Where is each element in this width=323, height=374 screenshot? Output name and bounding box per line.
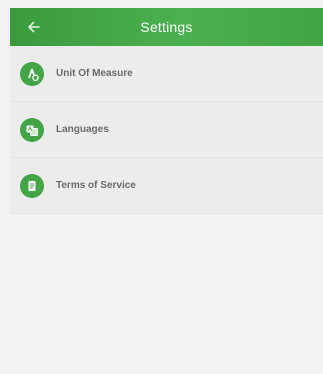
settings-item-label: Terms of Service (56, 180, 136, 191)
document-icon (20, 173, 44, 198)
ruler-circle-icon (20, 61, 44, 86)
settings-list: Unit Of Measure Languages Terms of Servi… (10, 46, 323, 214)
settings-item-languages[interactable]: Languages (10, 102, 323, 158)
settings-item-terms-of-service[interactable]: Terms of Service (10, 158, 323, 214)
settings-item-label: Unit Of Measure (56, 68, 133, 79)
settings-item-label: Languages (56, 124, 109, 135)
empty-content-area (10, 215, 323, 374)
settings-screen: Settings Unit Of Measure Languages Terms… (0, 0, 323, 374)
translate-icon (20, 117, 44, 142)
page-title: Settings (140, 19, 193, 35)
settings-item-unit-of-measure[interactable]: Unit Of Measure (10, 46, 323, 102)
app-bar: Settings (10, 8, 323, 46)
